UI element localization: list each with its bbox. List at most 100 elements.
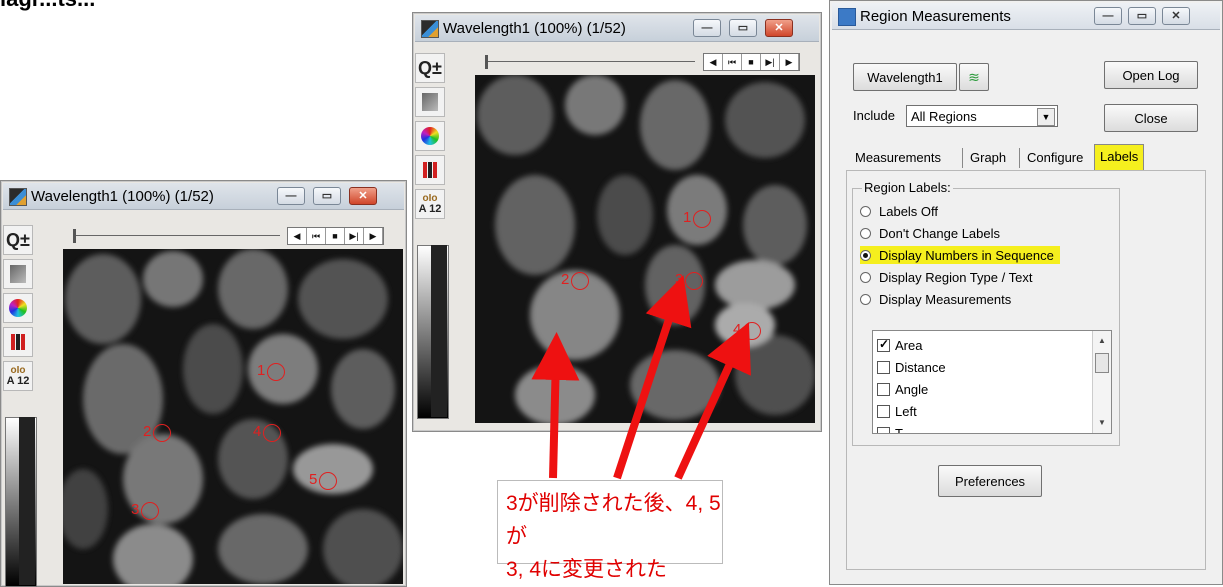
measurements-list[interactable]: ✓ Area Distance Angle Left T... ▲ ▼	[872, 330, 1112, 434]
calibration-tool[interactable]: oIo A 12	[415, 189, 445, 219]
slider-thumb[interactable]	[73, 229, 76, 243]
list-item-label: Angle	[895, 381, 929, 397]
image-window-left[interactable]: Wavelength1 (100%) (1/52) — ▭ ✕ Q± oIo A …	[0, 180, 407, 587]
scroll-thumb[interactable]	[1095, 353, 1109, 373]
zoom-tool[interactable]: Q±	[415, 53, 445, 83]
frame-slider[interactable]: ◀ ⏮ ■ ▶| ▶	[477, 53, 811, 71]
copy-tool[interactable]	[3, 259, 33, 289]
checkbox[interactable]	[877, 360, 890, 374]
radio-button[interactable]	[860, 205, 871, 217]
tab-labels[interactable]: Labels	[1094, 144, 1145, 170]
close-button[interactable]: ✕	[349, 187, 377, 205]
prev-icon[interactable]: ◀	[288, 228, 307, 244]
radio-button[interactable]	[860, 227, 871, 239]
radio-labels-off[interactable]: Labels Off	[860, 202, 938, 220]
first-icon[interactable]: ⏮	[307, 228, 326, 244]
frame-slider[interactable]: ◀ ⏮ ■ ▶| ▶	[65, 227, 395, 245]
copy-tool[interactable]	[415, 87, 445, 117]
stop-icon[interactable]: ■	[326, 228, 345, 244]
cell-micrograph	[477, 75, 815, 423]
app-icon	[9, 188, 27, 206]
tab-measurements[interactable]: Measurements	[850, 146, 946, 170]
region-marker[interactable]	[743, 322, 761, 340]
color-tool[interactable]	[415, 121, 445, 151]
stop-icon[interactable]: ■	[742, 54, 761, 70]
image-select-button[interactable]: Wavelength1	[853, 63, 957, 91]
cell-image[interactable]: 1 2 4 5 3	[63, 249, 403, 584]
checkbox[interactable]	[877, 426, 890, 433]
lut-tool[interactable]	[415, 155, 445, 185]
scroll-up-icon[interactable]: ▲	[1093, 333, 1111, 349]
tab-configure[interactable]: Configure	[1022, 146, 1088, 170]
tab-graph[interactable]: Graph	[965, 146, 1011, 170]
prev-icon[interactable]: ◀	[704, 54, 723, 70]
stack-button[interactable]: ≋	[959, 63, 989, 91]
list-item[interactable]: Distance	[877, 357, 946, 377]
list-item-label: T...	[895, 425, 913, 434]
last-icon[interactable]: ▶|	[761, 54, 780, 70]
dialog-titlebar[interactable]: Region Measurements — ▭ ✕	[832, 3, 1220, 30]
list-item[interactable]: T...	[877, 423, 913, 434]
close-dialog-button[interactable]: Close	[1104, 104, 1198, 132]
close-dialog-label: Close	[1134, 110, 1168, 126]
checkbox[interactable]: ✓	[877, 337, 890, 352]
close-icon: ✕	[774, 22, 784, 34]
radio-label: Display Region Type / Text	[879, 269, 1033, 285]
color-tool[interactable]	[3, 293, 33, 323]
radio-display-measurements[interactable]: Display Measurements	[860, 290, 1011, 308]
minimize-button[interactable]: —	[693, 19, 721, 37]
slider-thumb[interactable]	[485, 55, 488, 69]
radio-button[interactable]	[860, 293, 871, 305]
minimize-button[interactable]: —	[1094, 7, 1122, 25]
open-log-button[interactable]: Open Log	[1104, 61, 1198, 89]
region-marker[interactable]	[267, 363, 285, 381]
radio-button[interactable]	[860, 249, 871, 261]
maximize-button[interactable]: ▭	[1128, 7, 1156, 25]
image-window-middle[interactable]: Wavelength1 (100%) (1/52) — ▭ ✕ Q± oIo A …	[412, 12, 822, 432]
calibration-tool[interactable]: oIo A 12	[3, 361, 33, 391]
playback-controls: ◀ ⏮ ■ ▶| ▶	[287, 227, 384, 245]
radio-display-region-type[interactable]: Display Region Type / Text	[860, 268, 1032, 286]
close-button[interactable]: ✕	[1162, 7, 1190, 25]
region-marker[interactable]	[693, 210, 711, 228]
maximize-icon: ▭	[321, 190, 333, 202]
maximize-button[interactable]: ▭	[729, 19, 757, 37]
region-marker[interactable]	[319, 472, 337, 490]
list-scrollbar[interactable]: ▲ ▼	[1092, 331, 1111, 433]
minimize-button[interactable]: —	[277, 187, 305, 205]
next-icon[interactable]: ▶	[364, 228, 383, 244]
open-log-label: Open Log	[1122, 67, 1180, 83]
last-icon[interactable]: ▶|	[345, 228, 364, 244]
maximize-button[interactable]: ▭	[313, 187, 341, 205]
zoom-tool[interactable]: Q±	[3, 225, 33, 255]
radio-display-numbers-in-sequence[interactable]: Display Numbers in Sequence	[860, 246, 1060, 264]
cell-image[interactable]: 1 2 3 4	[475, 75, 815, 423]
list-item[interactable]: ✓ Area	[877, 335, 922, 355]
region-label: 3	[675, 271, 684, 288]
region-marker[interactable]	[141, 502, 159, 520]
preferences-button[interactable]: Preferences	[938, 465, 1042, 497]
lut-tool[interactable]	[3, 327, 33, 357]
window-titlebar[interactable]: Wavelength1 (100%) (1/52) — ▭ ✕	[415, 15, 819, 42]
list-item[interactable]: Angle	[877, 379, 928, 399]
include-select[interactable]: All Regions ▼	[906, 105, 1058, 127]
minimize-icon: —	[701, 22, 713, 34]
region-marker[interactable]	[153, 424, 171, 442]
next-icon[interactable]: ▶	[780, 54, 799, 70]
radio-dont-change-labels[interactable]: Don't Change Labels	[860, 224, 1000, 242]
region-marker[interactable]	[685, 272, 703, 290]
first-icon[interactable]: ⏮	[723, 54, 742, 70]
scroll-down-icon[interactable]: ▼	[1093, 415, 1111, 431]
slider-track	[487, 61, 695, 62]
radio-button[interactable]	[860, 271, 871, 283]
region-marker[interactable]	[571, 272, 589, 290]
checkbox[interactable]	[877, 404, 890, 418]
close-button[interactable]: ✕	[765, 19, 793, 37]
checkbox[interactable]	[877, 382, 890, 396]
list-item[interactable]: Left	[877, 401, 917, 421]
cropped-heading-fragment: iagr...ts...	[0, 0, 95, 12]
region-marker[interactable]	[263, 424, 281, 442]
window-titlebar[interactable]: Wavelength1 (100%) (1/52) — ▭ ✕	[3, 183, 404, 210]
cell-micrograph	[63, 249, 403, 584]
radio-label: Labels Off	[879, 203, 939, 219]
